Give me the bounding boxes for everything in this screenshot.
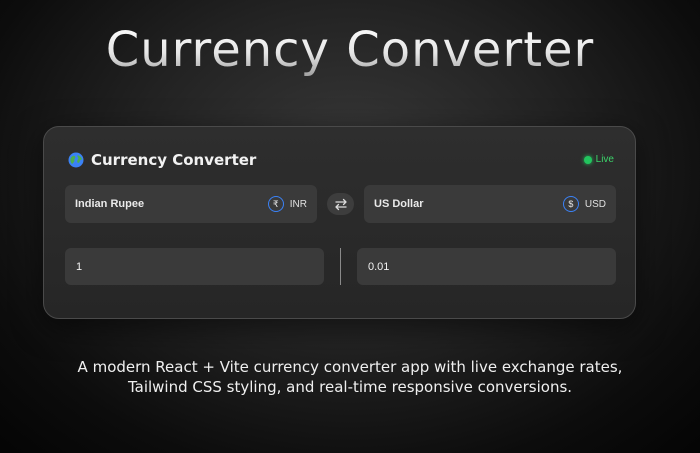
- to-amount-input[interactable]: [357, 248, 616, 285]
- to-currency-code: USD: [584, 198, 606, 210]
- globe-icon: [68, 152, 84, 168]
- to-currency-name: US Dollar: [374, 198, 424, 210]
- swap-button[interactable]: [327, 193, 354, 215]
- description-line-2: Tailwind CSS styling, and real-time resp…: [127, 378, 573, 396]
- from-currency-code: INR: [289, 198, 307, 210]
- live-status: Live: [583, 154, 614, 165]
- converter-card: Currency Converter Live Indian Rupee ₹ I…: [43, 126, 636, 319]
- swap-arrows-icon: [334, 198, 347, 210]
- card-title: Currency Converter: [91, 151, 257, 169]
- hero-title: Currency Converter: [0, 22, 700, 78]
- live-label: Live: [595, 154, 614, 165]
- from-currency-name: Indian Rupee: [75, 198, 145, 210]
- from-amount-input[interactable]: [65, 248, 324, 285]
- rupee-symbol-icon: ₹: [267, 196, 284, 212]
- to-currency-select[interactable]: US Dollar $ USD: [364, 185, 616, 223]
- app-description: A modern React + Vite currency converter…: [0, 357, 700, 397]
- amount-divider: [340, 248, 341, 285]
- card-header: Currency Converter: [68, 151, 256, 169]
- live-dot-icon: [583, 155, 592, 164]
- from-currency-select[interactable]: Indian Rupee ₹ INR: [65, 185, 317, 223]
- dollar-symbol-icon: $: [562, 196, 579, 212]
- description-line-1: A modern React + Vite currency converter…: [77, 358, 623, 376]
